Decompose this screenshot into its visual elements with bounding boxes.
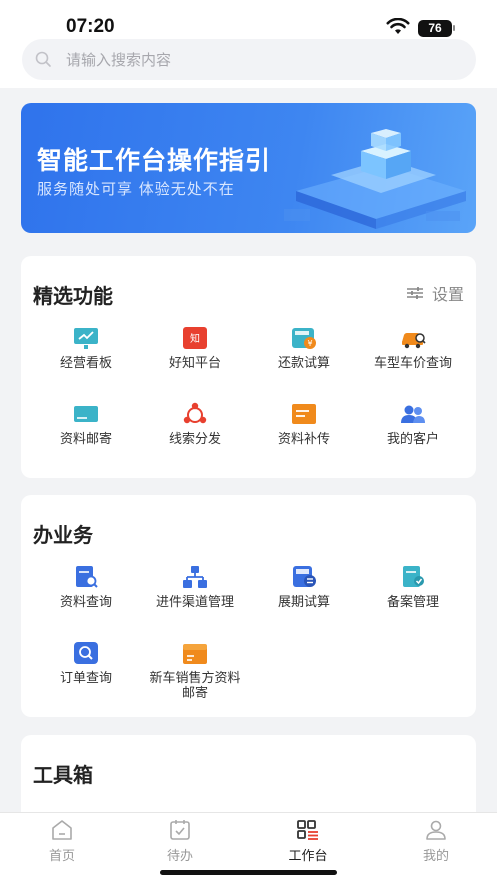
banner-title: 智能工作台操作指引	[37, 146, 272, 175]
tab-label: 待办	[166, 849, 193, 864]
battery-tip	[453, 25, 455, 31]
business-label: 订单查询	[59, 671, 112, 686]
sliders-icon	[406, 287, 423, 299]
business-label: 资料查询	[59, 595, 112, 610]
status-bar: 07:20 76	[0, 0, 497, 45]
tab-workbench[interactable]: 工作台	[246, 819, 370, 864]
order-search-icon	[74, 642, 98, 664]
customers-icon	[401, 405, 425, 423]
feature-label: 我的客户	[386, 432, 439, 447]
feature-label: 资料补传	[277, 432, 330, 447]
search-bar[interactable]	[22, 39, 476, 80]
feature-label: 好知平台	[168, 356, 221, 371]
feature-item-repayment-calc[interactable]: ¥ 还款试算	[248, 326, 360, 371]
toolbox-title: 工具箱	[33, 763, 93, 787]
svg-text:知: 知	[190, 332, 200, 345]
knowledge-icon: 知	[183, 327, 207, 349]
dashboard-icon	[74, 328, 98, 349]
platform-illustration-icon	[284, 129, 466, 229]
tab-label: 我的	[422, 849, 449, 864]
header: 07:20 76	[0, 0, 497, 88]
business-card: 办业务 资料查询 进件渠道管理 展期试算 备案管理 订单查询 新车销售方资料邮寄	[21, 495, 476, 717]
search-input[interactable]	[66, 39, 456, 80]
featured-functions-card: 精选功能 设置 经营看板 知 好知平台 ¥ 还款试算 车型车价查询 资料邮寄 线…	[21, 256, 476, 478]
feature-label: 线索分发	[168, 432, 221, 447]
feature-item-mailing[interactable]: 资料邮寄	[30, 402, 142, 447]
wifi-icon	[386, 18, 410, 34]
battery-icon: 76	[418, 20, 452, 37]
business-item-filing[interactable]: 备案管理	[357, 565, 469, 610]
search-icon	[35, 51, 51, 67]
feature-item-customers[interactable]: 我的客户	[357, 402, 469, 447]
business-item-order-search[interactable]: 订单查询	[30, 641, 142, 686]
business-label: 进件渠道管理	[155, 595, 234, 610]
featured-title: 精选功能	[33, 284, 113, 308]
profile-icon	[426, 820, 446, 840]
channel-icon	[183, 566, 207, 588]
filing-icon	[403, 566, 424, 587]
tab-home[interactable]: 首页	[0, 819, 124, 864]
feature-label: 资料邮寄	[59, 432, 112, 447]
business-label: 新车销售方资料邮寄	[149, 671, 241, 701]
business-title: 办业务	[33, 523, 93, 547]
tab-profile[interactable]: 我的	[374, 819, 497, 864]
extension-calc-icon	[293, 566, 316, 587]
feature-label: 经营看板	[59, 356, 112, 371]
tab-label: 首页	[48, 849, 75, 864]
banner-subtitle: 服务随处可享 体验无处不在	[37, 180, 235, 198]
home-indicator[interactable]	[160, 870, 337, 875]
tab-label: 工作台	[288, 849, 328, 864]
business-label: 备案管理	[386, 595, 439, 610]
todo-icon	[170, 820, 190, 840]
guide-banner[interactable]: 智能工作台操作指引 服务随处可享 体验无处不在	[21, 103, 476, 233]
car-search-icon	[402, 333, 426, 349]
box-icon	[183, 644, 207, 664]
settings-label: 设置	[431, 285, 464, 304]
feature-item-distribute[interactable]: 线索分发	[139, 402, 251, 447]
business-label: 展期试算	[277, 595, 330, 610]
mail-card-icon	[74, 406, 98, 422]
feature-item-car-price[interactable]: 车型车价查询	[357, 326, 469, 371]
business-item-channel[interactable]: 进件渠道管理	[139, 565, 251, 610]
workbench-icon	[297, 820, 318, 840]
repayment-calc-icon: ¥	[292, 328, 316, 349]
settings-button[interactable]: 设置	[406, 281, 464, 305]
feature-item-knowledge[interactable]: 知 好知平台	[139, 326, 251, 371]
upload-doc-icon	[292, 404, 316, 424]
business-item-doc-search[interactable]: 资料查询	[30, 565, 142, 610]
feature-item-upload[interactable]: 资料补传	[248, 402, 360, 447]
feature-label: 车型车价查询	[373, 356, 452, 371]
tab-todo[interactable]: 待办	[118, 819, 242, 864]
status-time: 07:20	[66, 16, 115, 37]
business-item-extension-calc[interactable]: 展期试算	[248, 565, 360, 610]
feature-label: 还款试算	[277, 356, 330, 371]
svg-text:¥: ¥	[307, 339, 312, 348]
distribute-icon	[183, 402, 207, 424]
doc-search-icon	[76, 566, 98, 588]
home-icon	[52, 820, 72, 840]
feature-item-dashboard[interactable]: 经营看板	[30, 326, 142, 371]
business-item-new-car-mailing[interactable]: 新车销售方资料邮寄	[139, 641, 251, 701]
